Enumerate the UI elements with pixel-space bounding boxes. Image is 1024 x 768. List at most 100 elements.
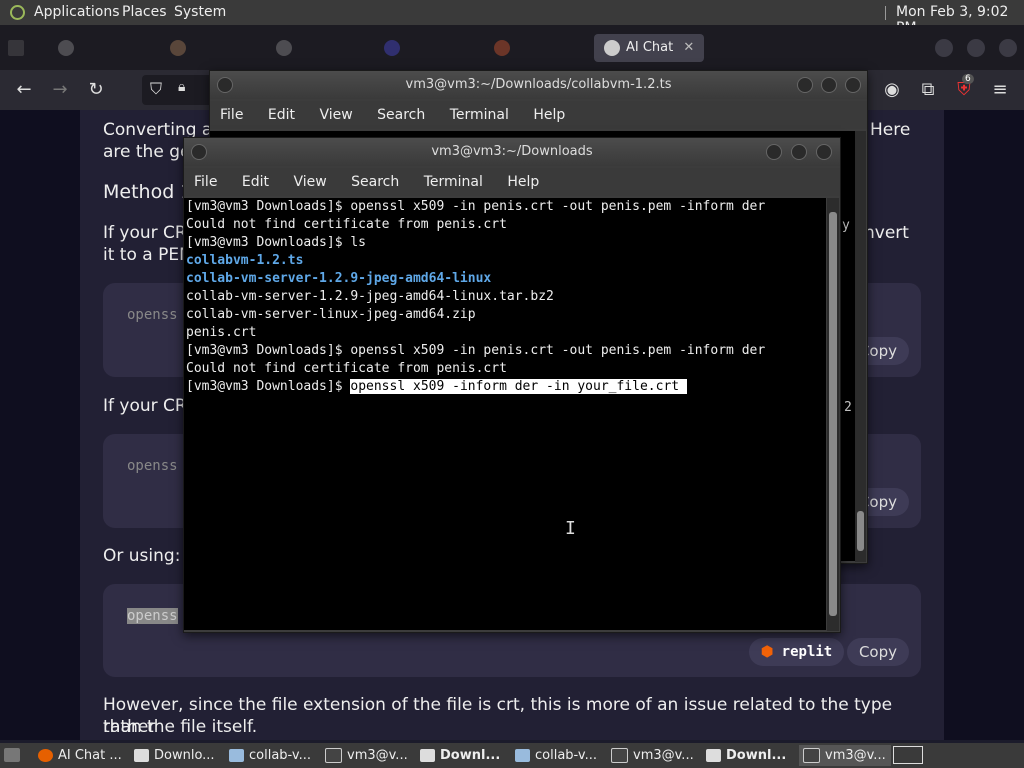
terminal-title: vm3@vm3:~/Downloads xyxy=(431,144,593,159)
terminal-text: y xyxy=(842,218,850,233)
task-label: collab-v... xyxy=(535,748,597,763)
scrollbar-thumb[interactable] xyxy=(857,511,864,551)
reload-icon[interactable]: ↻ xyxy=(84,78,108,102)
terminal-titlebar[interactable]: vm3@vm3:~/Downloads/collabvm-1.2.ts xyxy=(210,71,867,99)
scrollbar[interactable] xyxy=(827,198,839,631)
task-terminal-1[interactable]: vm3@v... xyxy=(325,745,413,766)
folder-icon xyxy=(420,749,435,762)
task-ai-chat[interactable]: AI Chat ... xyxy=(38,745,126,766)
workspace-switcher[interactable] xyxy=(893,746,923,764)
ublock-badge: 6 xyxy=(962,74,974,84)
terminal-icon xyxy=(325,748,342,763)
terminal-screen[interactable]: [vm3@vm3 Downloads]$ openssl x509 -in pe… xyxy=(184,198,826,630)
task-label: AI Chat ... xyxy=(58,748,122,763)
tab-close-icon[interactable]: ✕ xyxy=(683,40,694,55)
copy-button[interactable]: Copy xyxy=(846,638,909,666)
task-terminal-2[interactable]: vm3@v... xyxy=(611,745,699,766)
close-button[interactable] xyxy=(816,144,832,160)
menu-file[interactable]: File xyxy=(220,107,243,123)
show-desktop-icon[interactable] xyxy=(4,748,20,762)
paragraph-text: Or using: xyxy=(103,546,181,566)
tab-2[interactable] xyxy=(170,34,192,62)
tab-ai-chat[interactable]: AI Chat ✕ xyxy=(594,34,705,62)
terminal-title: vm3@vm3:~/Downloads/collabvm-1.2.ts xyxy=(405,77,672,92)
archive-icon xyxy=(229,749,244,762)
menu-search[interactable]: Search xyxy=(351,174,399,190)
minimize-button[interactable] xyxy=(797,77,813,93)
menu-view[interactable]: View xyxy=(319,107,352,123)
shield-icon[interactable]: ⛉ xyxy=(150,79,162,99)
ai-chat-icon xyxy=(604,39,620,56)
paragraph-text: than the file itself. xyxy=(103,717,258,737)
extensions-icon[interactable]: ⧉ xyxy=(916,78,940,102)
tab-label: AI Chat xyxy=(626,40,674,55)
paragraph-text: it to a PEM xyxy=(103,245,194,265)
task-downloads-3[interactable]: Downl... xyxy=(706,745,794,766)
tab-github-2[interactable] xyxy=(276,34,298,62)
menu-help[interactable]: Help xyxy=(533,107,565,123)
window-menu-button[interactable] xyxy=(217,77,233,93)
close-button[interactable] xyxy=(845,77,861,93)
forward-icon[interactable]: → xyxy=(48,78,72,102)
tab-github-1[interactable] xyxy=(58,34,80,62)
window-minimize-button[interactable] xyxy=(935,39,953,57)
menu-help[interactable]: Help xyxy=(507,174,539,190)
replit-logo-icon: ⬢ xyxy=(761,644,782,660)
lock-icon[interactable]: 🔒︎ xyxy=(178,79,185,95)
scrollbar-thumb[interactable] xyxy=(829,212,837,616)
task-downloads-1[interactable]: Downlo... xyxy=(134,745,222,766)
scrollbar[interactable] xyxy=(855,131,866,562)
tab-brave[interactable] xyxy=(494,34,516,62)
terminal-line: collab-vm-server-linux-jpeg-amd64.zip xyxy=(186,307,476,322)
terminal-line: [vm3@vm3 Downloads]$ openssl x509 -in pe… xyxy=(186,199,766,214)
menu-edit[interactable]: Edit xyxy=(268,107,295,123)
menu-terminal[interactable]: Terminal xyxy=(424,174,483,190)
terminal-menubar: File Edit View Search Terminal Help xyxy=(184,168,840,196)
task-label: Downl... xyxy=(440,748,501,763)
terminal-prompt-line: [vm3@vm3 Downloads]$ openssl x509 -infor… xyxy=(184,378,826,396)
window-close-button[interactable] xyxy=(999,39,1017,57)
code-text[interactable]: openss xyxy=(127,608,178,624)
task-terminal-3-active[interactable]: vm3@v... xyxy=(799,745,891,766)
minimize-button[interactable] xyxy=(766,144,782,160)
tab-overview-icon[interactable] xyxy=(8,34,30,62)
prompt: [vm3@vm3 Downloads]$ xyxy=(186,379,351,394)
menu-view[interactable]: View xyxy=(293,174,326,190)
task-label: Downlo... xyxy=(154,748,215,763)
menu-system[interactable]: System xyxy=(174,4,226,20)
task-collab-2[interactable]: collab-v... xyxy=(515,745,603,766)
replit-button[interactable]: ⬢ replit xyxy=(749,638,845,666)
window-maximize-button[interactable] xyxy=(967,39,985,57)
menu-edit[interactable]: Edit xyxy=(242,174,269,190)
terminal-window-front[interactable]: vm3@vm3:~/Downloads File Edit View Searc… xyxy=(183,137,841,633)
terminal-line: collab-vm-server-1.2.9-jpeg-amd64-linux.… xyxy=(186,289,554,304)
task-collab-1[interactable]: collab-v... xyxy=(229,745,317,766)
menu-places[interactable]: Places xyxy=(122,4,167,20)
maximize-button[interactable] xyxy=(791,144,807,160)
menu-applications[interactable]: Applications xyxy=(34,4,120,20)
menu-search[interactable]: Search xyxy=(377,107,425,123)
selected-command[interactable]: openssl x509 -inform der -in your_file.c… xyxy=(350,379,687,394)
terminal-line: [vm3@vm3 Downloads]$ ls xyxy=(186,235,367,250)
terminal-text: 2 xyxy=(844,400,852,415)
terminal-titlebar[interactable]: vm3@vm3:~/Downloads xyxy=(184,138,840,166)
tab-4[interactable] xyxy=(384,34,406,62)
menu-terminal[interactable]: Terminal xyxy=(450,107,509,123)
top-panel: Applications Places System Mon Feb 3, 9:… xyxy=(0,0,1024,36)
terminal-line: penis.crt xyxy=(186,325,257,340)
code-text[interactable]: openss xyxy=(127,458,178,474)
code-text[interactable]: openss xyxy=(127,307,178,323)
account-icon[interactable]: ◉ xyxy=(880,78,904,102)
paragraph-text: If your CR xyxy=(103,223,187,243)
paragraph-text: nvert xyxy=(864,223,909,243)
gnome-foot-icon[interactable] xyxy=(10,5,25,20)
bottom-taskbar: AI Chat ... Downlo... collab-v... vm3@v.… xyxy=(0,743,1024,768)
method-heading: Method 1 xyxy=(103,181,193,203)
task-downloads-2[interactable]: Downl... xyxy=(420,745,508,766)
menu-icon[interactable]: ≡ xyxy=(988,78,1012,102)
maximize-button[interactable] xyxy=(821,77,837,93)
back-icon[interactable]: ← xyxy=(12,78,36,102)
terminal-line: collab-vm-server-1.2.9-jpeg-amd64-linux xyxy=(186,271,492,286)
window-menu-button[interactable] xyxy=(191,144,207,160)
menu-file[interactable]: File xyxy=(194,174,217,190)
